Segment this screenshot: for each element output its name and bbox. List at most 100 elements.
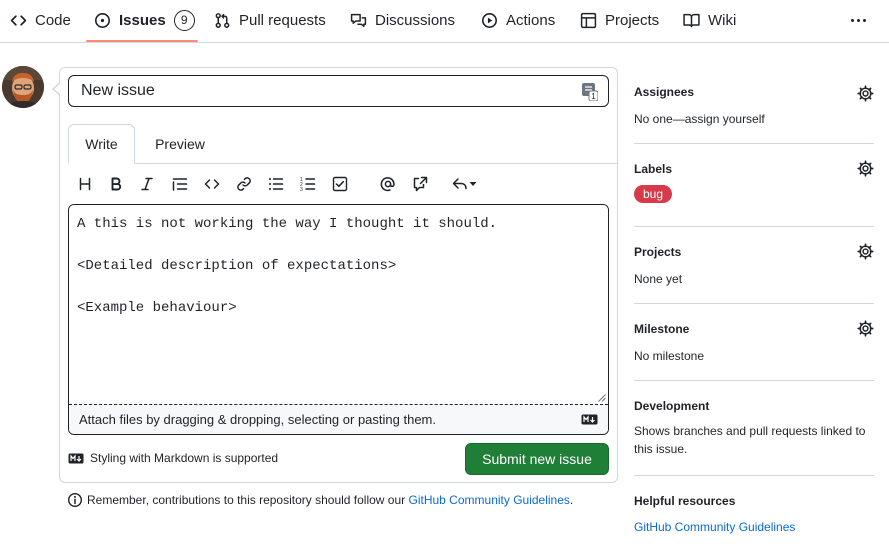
issue-title-input[interactable]: [68, 75, 609, 107]
more-options-button[interactable]: [846, 10, 870, 30]
list-unordered-icon: [269, 178, 284, 190]
saved-replies-button[interactable]: [449, 175, 479, 193]
mention-icon: [380, 177, 395, 192]
helpful-guidelines-link[interactable]: GitHub Community Guidelines: [634, 520, 874, 534]
milestone-gear-icon[interactable]: [857, 320, 874, 337]
quote-icon: [172, 178, 188, 191]
markdown-note-text: Styling with Markdown is supported: [90, 451, 279, 465]
sidebar-labels: Labels bug: [634, 162, 874, 203]
issue-body-textarea[interactable]: [69, 205, 608, 404]
heading-button[interactable]: [76, 175, 94, 193]
markdown-icon: [68, 453, 84, 463]
tab-code[interactable]: Code: [10, 0, 71, 40]
reminder-text: Remember, contributions to this reposito…: [87, 493, 406, 507]
resize-handle-icon[interactable]: [597, 393, 606, 402]
ordered-list-button[interactable]: 123: [299, 175, 317, 193]
issue-body-editor: Attach files by dragging & dropping, sel…: [68, 204, 609, 435]
unordered-list-button[interactable]: [267, 175, 285, 193]
tab-actions[interactable]: Actions: [481, 0, 555, 40]
link-icon: [237, 177, 251, 191]
sidebar-helpful-resources: Helpful resources GitHub Community Guide…: [634, 494, 874, 534]
tab-projects[interactable]: Projects: [580, 0, 659, 40]
tab-write[interactable]: Write: [68, 124, 135, 164]
sidebar-divider: [634, 226, 874, 227]
sidebar-divider: [634, 475, 874, 476]
issues-count-badge: 9: [173, 9, 195, 31]
tab-pull-requests[interactable]: Pull requests: [214, 0, 326, 40]
avatar[interactable]: [2, 66, 44, 108]
info-icon: [67, 492, 83, 508]
link-button[interactable]: [235, 175, 253, 193]
issue-opened-icon: [95, 12, 110, 28]
tab-preview[interactable]: Preview: [144, 124, 216, 164]
tab-actions-label: Actions: [506, 11, 556, 29]
tab-pull-requests-label: Pull requests: [239, 11, 326, 29]
task-list-button[interactable]: [331, 175, 349, 193]
tab-wiki[interactable]: Wiki: [683, 0, 736, 40]
markdown-icon: [581, 414, 598, 425]
code-button[interactable]: [203, 175, 221, 193]
italic-button[interactable]: [138, 175, 156, 193]
comment-discussion-icon: [350, 13, 367, 27]
tab-write-label: Write: [85, 136, 118, 152]
sidebar-development: Development Shows branches and pull requ…: [634, 399, 874, 458]
tab-projects-label: Projects: [605, 11, 660, 29]
user-avatar-image: [2, 66, 44, 108]
sidebar-divider: [634, 303, 874, 304]
sidebar-divider: [634, 380, 874, 381]
sidebar-divider: [634, 143, 874, 144]
form-caret-fill: [54, 83, 61, 95]
label-bug-badge[interactable]: bug: [634, 185, 673, 203]
development-value: Shows branches and pull requests linked …: [634, 424, 866, 456]
development-heading: Development: [634, 399, 710, 413]
labels-heading: Labels: [634, 162, 673, 176]
projects-gear-icon[interactable]: [857, 243, 874, 260]
contribution-reminder: Remember, contributions to this reposito…: [67, 492, 573, 508]
chevron-down-icon: [469, 182, 476, 186]
code-icon: [204, 179, 220, 189]
sidebar-projects: Projects None yet: [634, 245, 874, 288]
tab-issues-label: Issues: [119, 11, 166, 29]
assignees-value[interactable]: No one—assign yourself: [634, 110, 874, 128]
markdown-supported-note[interactable]: Styling with Markdown is supported: [68, 451, 278, 465]
assignees-heading: Assignees: [634, 85, 695, 99]
mention-button[interactable]: [379, 175, 397, 193]
play-icon: [482, 12, 497, 28]
milestone-value: No milestone: [634, 349, 705, 363]
quote-button[interactable]: [171, 175, 189, 193]
svg-text:1: 1: [591, 92, 596, 101]
attach-files-text: Attach files by dragging & dropping, sel…: [79, 412, 436, 427]
assignees-gear-icon[interactable]: [857, 85, 874, 102]
tasklist-icon: [332, 176, 348, 192]
projects-value: None yet: [634, 272, 683, 286]
sidebar-assignees: Assignees No one—assign yourself: [634, 85, 874, 128]
heading-icon: [79, 177, 91, 191]
tab-wiki-label: Wiki: [708, 11, 737, 29]
helpful-resources-heading: Helpful resources: [634, 494, 736, 508]
list-ordered-icon: 123: [300, 177, 316, 192]
cross-reference-icon: [413, 176, 428, 192]
milestone-heading: Milestone: [634, 322, 690, 336]
tab-issues[interactable]: Issues 9: [94, 0, 195, 40]
labels-gear-icon[interactable]: [857, 160, 874, 177]
table-icon: [580, 12, 597, 28]
italic-icon: [141, 177, 153, 191]
sidebar-milestone: Milestone No milestone: [634, 322, 874, 365]
tab-preview-label: Preview: [155, 136, 205, 152]
projects-heading: Projects: [634, 245, 682, 259]
code-icon: [10, 14, 27, 26]
tab-discussions[interactable]: Discussions: [350, 0, 455, 40]
reference-button[interactable]: [411, 175, 429, 193]
active-tab-underline: [86, 40, 198, 42]
attach-files-bar[interactable]: Attach files by dragging & dropping, sel…: [69, 404, 608, 434]
bold-icon: [111, 177, 122, 191]
tab-code-label: Code: [35, 11, 71, 29]
repo-nav: Code Issues 9 Pull requests Discussions …: [0, 0, 889, 43]
password-manager-icon[interactable]: 1: [582, 83, 598, 101]
reply-icon: [452, 178, 467, 190]
tab-discussions-label: Discussions: [375, 11, 456, 29]
community-guidelines-link[interactable]: GitHub Community Guidelines: [409, 493, 570, 507]
submit-new-issue-button[interactable]: Submit new issue: [465, 443, 609, 475]
reminder-period: .: [569, 493, 574, 507]
bold-button[interactable]: [107, 175, 125, 193]
